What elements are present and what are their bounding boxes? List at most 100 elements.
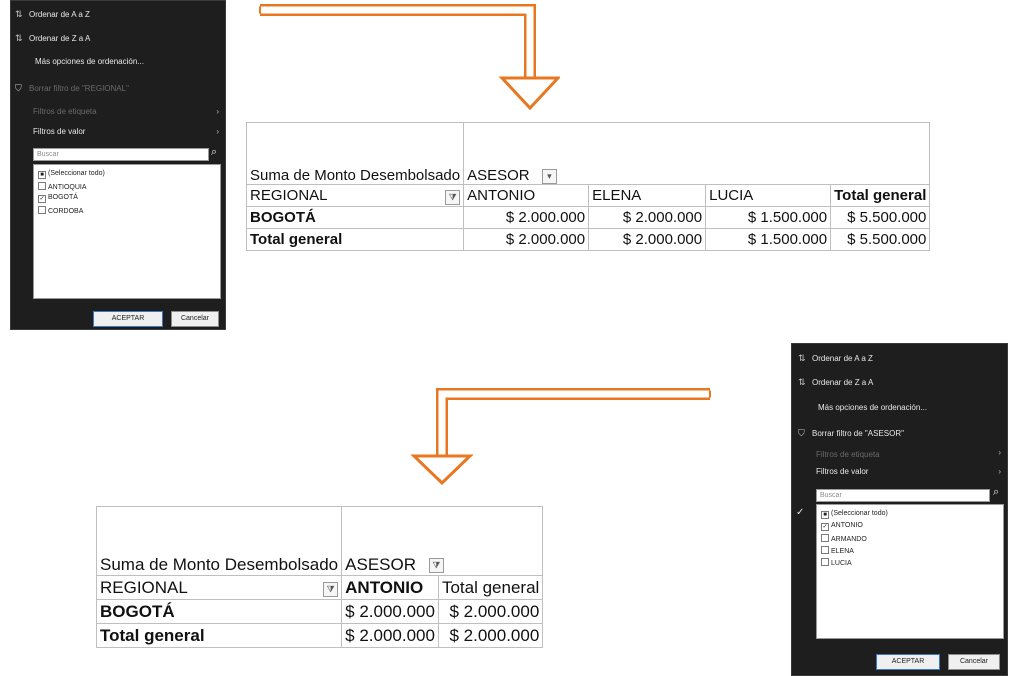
clear-filter-label: Borrar filtro de "ASESOR"	[812, 429, 904, 438]
list-item-label: (Seleccionar todo)	[48, 170, 105, 177]
column-header: Total general	[437, 575, 544, 600]
table-cell: $ 1.500.000	[705, 228, 832, 251]
value-filters-item[interactable]: Filtros de valor	[816, 467, 868, 476]
column-field-header: ASESOR ▾	[463, 122, 931, 185]
values-list: ■ (Seleccionar todo) ANTIOQUIA ✓ BOGOTÁ CO…	[33, 164, 221, 299]
table-cell: $ 2.000.000	[588, 228, 707, 251]
table-cell: $ 5.500.000	[830, 206, 931, 229]
column-header: ELENA	[588, 184, 707, 207]
checkbox-icon	[821, 534, 829, 542]
row-label: Total general	[95, 623, 343, 648]
sort-za-label: Ordenar de Z a A	[812, 378, 874, 387]
row-filter-icon[interactable]: ⧩	[323, 581, 339, 597]
sort-az-icon: ⇅	[798, 353, 806, 363]
sort-za-icon: ⇅	[798, 377, 806, 387]
column-dropdown-icon[interactable]: ▾	[541, 168, 557, 184]
row-filter-icon[interactable]: ⧩	[445, 189, 461, 205]
list-item-label: BOGOTÁ	[48, 194, 78, 201]
pivot-table-before: Suma de Monto Desembolsado ASESOR ▾ REGI…	[245, 122, 931, 251]
value-filters-label: Filtros de valor	[33, 127, 86, 136]
list-item[interactable]: CORDOBA	[38, 206, 83, 215]
sort-za-item[interactable]: ⇅ Ordenar de Z a A	[798, 377, 873, 388]
search-input[interactable]: Buscar	[816, 489, 990, 502]
table-cell: $ 2.000.000	[437, 623, 544, 648]
table-cell: $ 2.000.000	[341, 623, 439, 648]
value-filters-label: Filtros de valor	[816, 467, 869, 476]
chevron-right-icon: ›	[998, 467, 1001, 476]
sort-za-icon: ⇅	[15, 33, 23, 43]
list-item-label: CORDOBA	[48, 208, 84, 215]
search-icon[interactable]: ⌕	[211, 146, 217, 159]
clear-filter-icon: ⛉	[15, 83, 22, 93]
pivot-table-after: Suma de Monto Desembolsado ASESOR ⧩ REGI…	[95, 506, 544, 648]
list-item-select-all[interactable]: ■ (Seleccionar todo)	[38, 170, 105, 179]
cancel-button[interactable]: Cancelar	[171, 311, 219, 327]
list-item-label: (Seleccionar todo)	[831, 510, 888, 517]
values-list: ■ (Seleccionar todo) ✓ ANTONIO ARMANDO ELE…	[816, 504, 1004, 639]
row-field-header: REGIONAL ⧩	[245, 184, 465, 207]
checked-checkbox-icon: ✓	[38, 195, 46, 203]
ok-button[interactable]: ACEPTAR	[93, 311, 163, 327]
more-sort-options-item[interactable]: Más opciones de ordenación...	[35, 57, 144, 66]
sort-az-label: Ordenar de A a Z	[29, 10, 90, 19]
checkbox-icon	[38, 182, 46, 190]
table-cell: $ 2.000.000	[463, 206, 590, 229]
table-cell: $ 1.500.000	[705, 206, 832, 229]
search-input[interactable]: Buscar	[33, 148, 209, 161]
label-filters-item[interactable]: Filtros de etiqueta	[33, 107, 221, 116]
label-filters-item[interactable]: Filtros de etiqueta	[816, 450, 880, 459]
sort-az-icon: ⇅	[15, 9, 23, 19]
row-field-header: REGIONAL ⧩	[95, 575, 343, 600]
sort-az-item[interactable]: ⇅ Ordenar de A a Z	[798, 353, 873, 364]
sort-az-item[interactable]: ⇅ Ordenar de A a Z	[15, 9, 90, 20]
list-item[interactable]: ARMANDO	[821, 534, 867, 543]
value-field-label: Suma de Monto Desembolsado	[95, 506, 343, 576]
column-header: ANTONIO	[463, 184, 590, 207]
table-cell: $ 2.000.000	[341, 599, 439, 624]
list-item[interactable]: LUCIA	[821, 558, 852, 567]
list-item-label: ANTONIO	[831, 522, 863, 529]
list-item[interactable]: ✓ ANTONIO	[821, 522, 863, 531]
partial-checkbox-icon: ■	[38, 171, 46, 179]
list-item[interactable]: ELENA	[821, 546, 854, 555]
column-field-header: ASESOR ⧩	[341, 506, 544, 576]
clear-filter-item[interactable]: ⛉ Borrar filtro de "REGIONAL"	[15, 83, 129, 94]
checkbox-icon	[821, 558, 829, 566]
search-icon[interactable]: ⌕	[993, 486, 999, 499]
value-filters-item[interactable]: Filtros de valor	[33, 127, 85, 136]
ok-button[interactable]: ACEPTAR	[876, 654, 940, 670]
label-filters-label: Filtros de etiqueta	[33, 107, 97, 116]
chevron-right-icon: ›	[998, 448, 1001, 457]
column-filter-icon[interactable]: ⧩	[428, 558, 444, 574]
column-header: Total general	[830, 184, 931, 207]
clear-filter-label: Borrar filtro de "REGIONAL"	[29, 84, 129, 93]
list-item[interactable]: ✓ BOGOTÁ	[38, 194, 78, 203]
table-cell: $ 5.500.000	[830, 228, 931, 251]
row-field-label: REGIONAL	[100, 577, 188, 597]
partial-checkbox-icon: ■	[821, 511, 829, 519]
list-item-label: ELENA	[831, 548, 854, 555]
cancel-button[interactable]: Cancelar	[948, 654, 1000, 670]
table-cell: $ 2.000.000	[463, 228, 590, 251]
asesor-filter-menu: ⇅ Ordenar de A a Z ⇅ Ordenar de Z a A Más …	[791, 343, 1008, 676]
row-label: BOGOTÁ	[245, 206, 465, 229]
list-item[interactable]: ANTIOQUIA	[38, 182, 87, 191]
sort-za-item[interactable]: ⇅ Ordenar de Z a A	[15, 33, 90, 44]
regional-filter-menu: ⇅ Ordenar de A a Z ⇅ Ordenar de Z a A Más …	[10, 0, 226, 330]
checkmark-icon: ✓	[796, 507, 805, 518]
clear-filter-icon: ⛉	[798, 428, 805, 438]
more-sort-options-item[interactable]: Más opciones de ordenación...	[818, 403, 927, 412]
column-field-label: ASESOR	[345, 555, 416, 574]
list-item-label: ARMANDO	[831, 536, 867, 543]
clear-filter-item[interactable]: ⛉ Borrar filtro de "ASESOR"	[798, 428, 904, 439]
checkbox-icon	[38, 206, 46, 214]
table-cell: $ 2.000.000	[588, 206, 707, 229]
list-item-label: ANTIOQUIA	[48, 184, 87, 191]
column-header: ANTONIO	[341, 575, 439, 600]
table-cell: $ 2.000.000	[437, 599, 544, 624]
list-item-select-all[interactable]: ■ (Seleccionar todo)	[821, 510, 888, 519]
orange-flow-arrow-2	[410, 388, 711, 485]
row-label: BOGOTÁ	[95, 599, 343, 624]
chevron-right-icon: ›	[216, 127, 219, 136]
chevron-right-icon: ›	[216, 107, 219, 116]
